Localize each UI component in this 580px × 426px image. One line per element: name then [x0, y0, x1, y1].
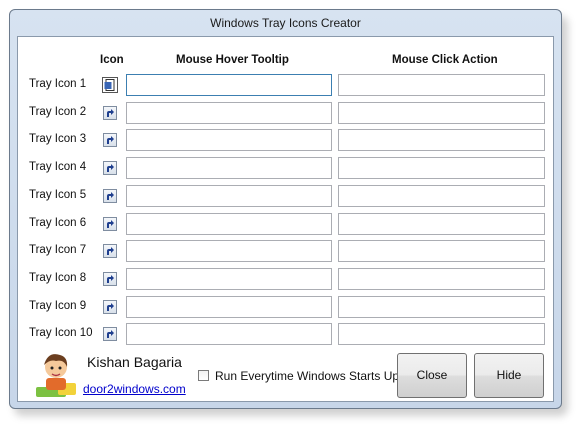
shortcut-arrow-icon[interactable]: [103, 271, 117, 286]
tray-icon-row: Tray Icon 8: [18, 267, 553, 290]
website-link[interactable]: door2windows.com: [83, 382, 186, 396]
column-header-tooltip: Mouse Hover Tooltip: [176, 54, 289, 66]
hide-button[interactable]: Hide: [474, 353, 544, 398]
click-action-input[interactable]: [338, 129, 545, 152]
tray-icon-row: Tray Icon 4: [18, 157, 553, 180]
click-action-input[interactable]: [338, 101, 545, 124]
click-action-input[interactable]: [338, 267, 545, 290]
startup-option[interactable]: Run Everytime Windows Starts Up: [198, 368, 399, 383]
shortcut-arrow-icon[interactable]: [103, 105, 117, 120]
click-action-input[interactable]: [338, 157, 545, 180]
tooltip-input[interactable]: [126, 212, 332, 235]
tray-icon-label: Tray Icon 7: [29, 244, 87, 257]
shortcut-arrow-icon[interactable]: [103, 327, 117, 342]
startup-label[interactable]: Run Everytime Windows Starts Up: [215, 369, 399, 383]
shortcut-arrow-icon[interactable]: [103, 216, 117, 231]
document-icon[interactable]: [102, 77, 118, 93]
click-action-input[interactable]: [338, 74, 545, 96]
shortcut-arrow-icon[interactable]: [103, 244, 117, 259]
tooltip-input[interactable]: [126, 101, 332, 124]
author-name: Kishan Bagaria: [87, 354, 182, 370]
tray-icon-row: Tray Icon 2: [18, 101, 553, 124]
startup-checkbox[interactable]: [198, 370, 209, 382]
tray-icon-label: Tray Icon 3: [29, 133, 87, 146]
tooltip-input[interactable]: [126, 267, 332, 290]
close-button[interactable]: Close: [397, 353, 467, 398]
tray-icon-label: Tray Icon 10: [29, 327, 93, 340]
shortcut-arrow-icon[interactable]: [103, 188, 117, 203]
click-action-input[interactable]: [338, 184, 545, 207]
tray-icon-row: Tray Icon 1: [18, 74, 553, 96]
tray-icon-row: Tray Icon 9: [18, 295, 553, 318]
tray-icon-row: Tray Icon 3: [18, 129, 553, 152]
tooltip-input[interactable]: [126, 129, 332, 152]
client-area: Icon Mouse Hover Tooltip Mouse Click Act…: [17, 36, 554, 402]
tooltip-input[interactable]: [126, 74, 332, 96]
tray-icon-row: Tray Icon 5: [18, 184, 553, 207]
tooltip-input[interactable]: [126, 323, 332, 346]
tooltip-input[interactable]: [126, 295, 332, 318]
click-action-input[interactable]: [338, 240, 545, 263]
tooltip-input[interactable]: [126, 157, 332, 180]
author-avatar-icon: [36, 354, 76, 397]
tray-icon-label: Tray Icon 8: [29, 271, 87, 284]
tray-icon-label: Tray Icon 1: [29, 78, 87, 90]
shortcut-arrow-icon[interactable]: [103, 299, 117, 314]
tooltip-input[interactable]: [126, 240, 332, 263]
click-action-input[interactable]: [338, 295, 545, 318]
column-header-action: Mouse Click Action: [392, 54, 498, 66]
tray-icon-row: Tray Icon 7: [18, 240, 553, 263]
window-title[interactable]: Windows Tray Icons Creator: [10, 10, 561, 36]
tray-icon-row: Tray Icon 10: [18, 323, 553, 346]
column-header-icon: Icon: [100, 54, 124, 66]
shortcut-arrow-icon[interactable]: [103, 161, 117, 176]
click-action-input[interactable]: [338, 212, 545, 235]
tray-icon-label: Tray Icon 2: [29, 105, 87, 118]
shortcut-arrow-icon[interactable]: [103, 133, 117, 148]
tooltip-input[interactable]: [126, 184, 332, 207]
app-window: Windows Tray Icons Creator Icon Mouse Ho…: [9, 9, 562, 409]
tray-icon-label: Tray Icon 9: [29, 299, 87, 312]
tray-icon-row: Tray Icon 6: [18, 212, 553, 235]
click-action-input[interactable]: [338, 323, 545, 346]
tray-icon-label: Tray Icon 5: [29, 188, 87, 201]
tray-icon-label: Tray Icon 6: [29, 216, 87, 229]
tray-icon-label: Tray Icon 4: [29, 161, 87, 174]
